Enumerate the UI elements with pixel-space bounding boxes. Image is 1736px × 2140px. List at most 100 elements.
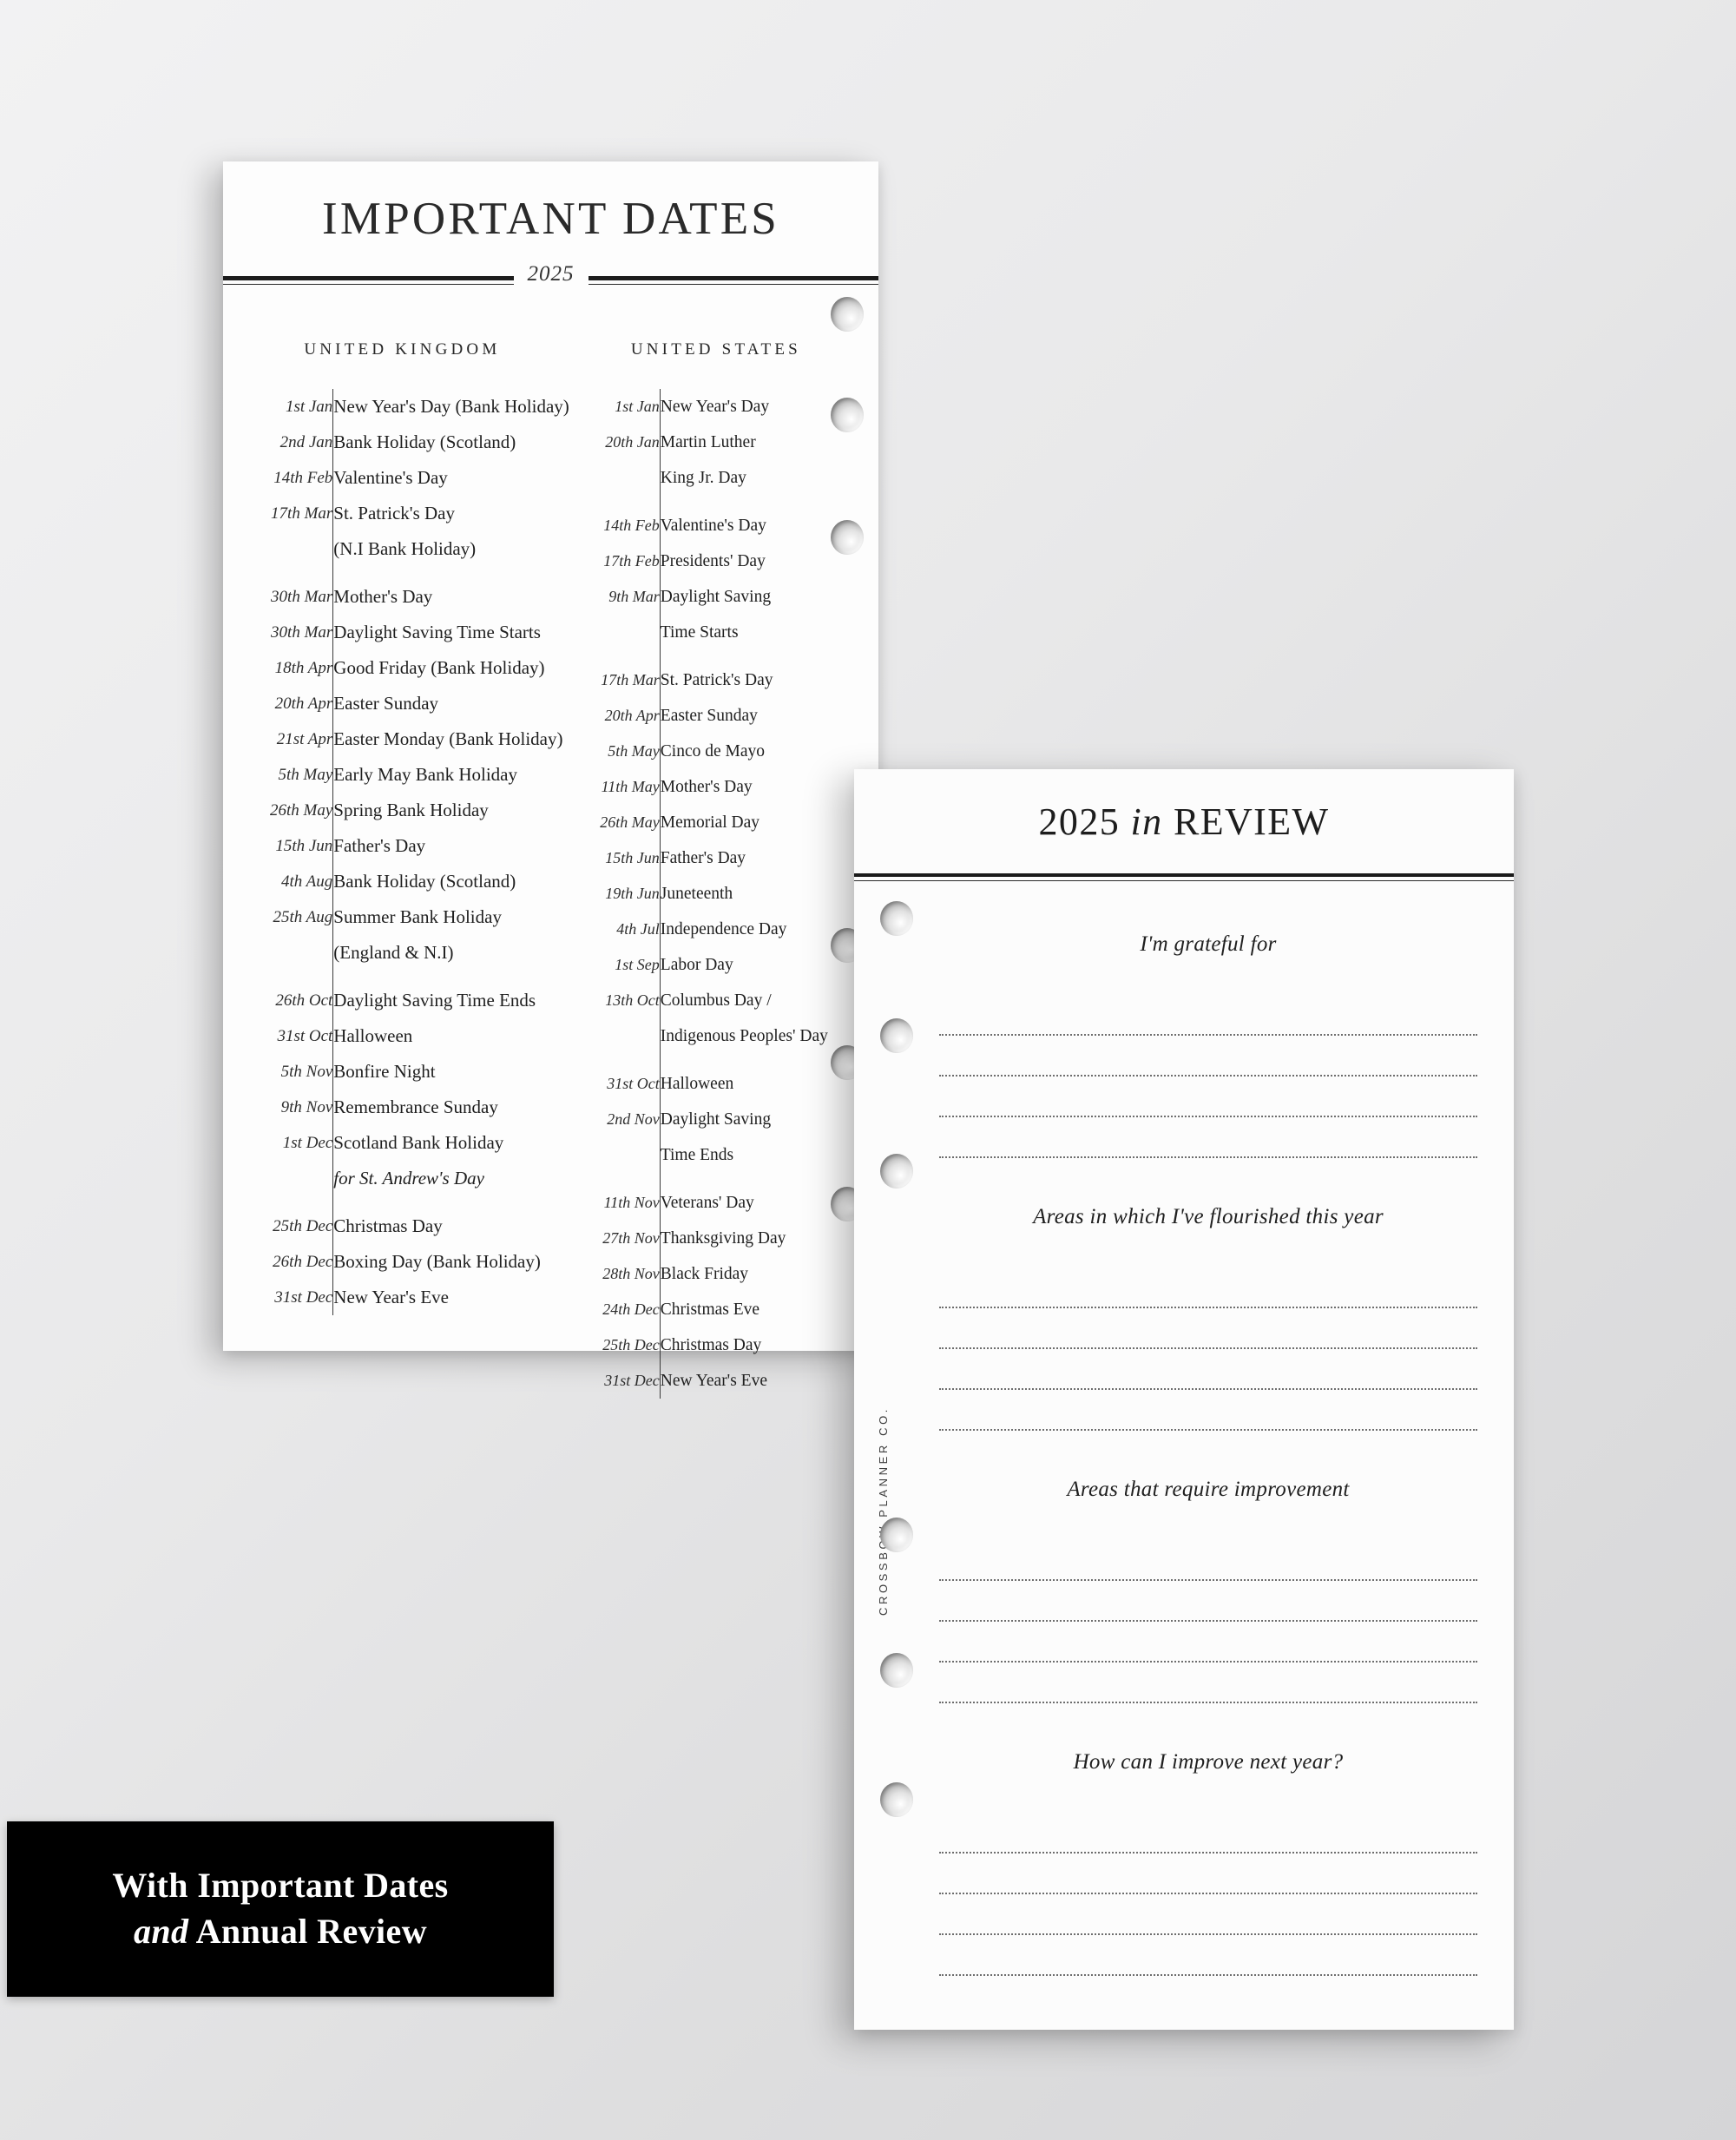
date-cell: 20th Apr: [274, 695, 333, 713]
date-cell: 24th Dec: [602, 1300, 660, 1318]
event-cell: Easter Sunday: [659, 698, 878, 734]
event-cell: Christmas Day: [659, 1327, 878, 1363]
date-cell: 9th Mar: [608, 588, 660, 605]
table-row: 15th Jun Father's Day: [270, 828, 569, 864]
writing-lines: [939, 1268, 1477, 1431]
date-cell: 5th May: [278, 766, 333, 784]
punch-hole: [831, 398, 864, 432]
date-cell: 4th Aug: [281, 872, 333, 891]
year-label: 2025: [513, 262, 589, 286]
writing-line[interactable]: [939, 1894, 1477, 1935]
date-cell: [589, 1137, 661, 1173]
page-title: IMPORTANT DATES: [322, 194, 779, 244]
date-cell: 25th Dec: [273, 1217, 333, 1235]
event-cell: Easter Monday (Bank Holiday): [332, 721, 569, 757]
date-cell: 26th May: [600, 813, 660, 831]
date-cell: 31st Dec: [274, 1288, 333, 1307]
date-cell: 21st Apr: [276, 730, 333, 748]
table-row: 21st Apr Easter Monday (Bank Holiday): [270, 721, 569, 757]
date-cell: [589, 615, 661, 650]
date-cell: 9th Nov: [280, 1098, 333, 1116]
writing-line[interactable]: [939, 1349, 1477, 1390]
review-title-year: 2025: [1038, 800, 1121, 843]
table-row: 11th May Mother's Day: [589, 769, 878, 805]
date-cell: 4th Jul: [616, 920, 660, 938]
date-cell: 20th Jan: [605, 433, 660, 451]
event-cell: Christmas Eve: [659, 1292, 878, 1327]
writing-line[interactable]: [939, 1268, 1477, 1308]
writing-line[interactable]: [939, 1935, 1477, 1976]
writing-line[interactable]: [939, 995, 1477, 1036]
event-cell: New Year's Day (Bank Holiday): [332, 389, 569, 425]
date-cell: 2nd Nov: [607, 1110, 660, 1128]
table-row: 17th Mar St. Patrick's Day: [589, 662, 878, 698]
banner-line-2-italic: and: [134, 1912, 189, 1951]
writing-line[interactable]: [939, 1540, 1477, 1581]
table-row: (England & N.I): [270, 935, 569, 971]
date-cell: [589, 460, 661, 496]
writing-line[interactable]: [939, 1813, 1477, 1854]
table-row: Indigenous Peoples' Day: [589, 1018, 878, 1054]
punch-hole: [880, 1518, 913, 1552]
table-row: 31st Oct Halloween: [270, 1018, 569, 1054]
row-spacer: [589, 496, 878, 508]
row-spacer: [270, 1196, 569, 1208]
table-row: 5th May Cinco de Mayo: [589, 734, 878, 769]
writing-line[interactable]: [939, 1663, 1477, 1703]
us-column: UNITED STATES 1st Jan New Year's Day 20th …: [569, 340, 878, 1399]
us-heading: UNITED STATES: [630, 340, 801, 359]
event-cell: Cinco de Mayo: [659, 734, 878, 769]
uk-heading: UNITED KINGDOM: [304, 340, 501, 359]
table-row: 1st Dec Scotland Bank Holiday: [270, 1125, 569, 1161]
punch-hole: [880, 1018, 913, 1053]
punch-hole: [880, 1154, 913, 1189]
writing-line[interactable]: [939, 1622, 1477, 1663]
writing-lines: [939, 1540, 1477, 1703]
table-row: King Jr. Day: [589, 460, 878, 496]
date-cell: 30th Mar: [271, 588, 333, 606]
writing-line[interactable]: [939, 1390, 1477, 1431]
table-row: 1st Jan New Year's Day (Bank Holiday): [270, 389, 569, 425]
date-cell: 17th Mar: [271, 504, 333, 523]
date-cell: 1st Jan: [285, 398, 333, 416]
review-section: Areas that require improvement: [939, 1431, 1477, 1703]
date-cell: 31st Dec: [604, 1372, 660, 1389]
event-cell: Bank Holiday (Scotland): [332, 864, 569, 899]
review-section: I'm grateful for: [939, 886, 1477, 1158]
table-row: 30th Mar Daylight Saving Time Starts: [270, 615, 569, 650]
event-cell: (England & N.I): [332, 935, 569, 971]
writing-line[interactable]: [939, 1077, 1477, 1117]
event-cell: Time Starts: [659, 615, 878, 650]
writing-line[interactable]: [939, 1581, 1477, 1622]
event-cell: Remembrance Sunday: [332, 1090, 569, 1125]
writing-line[interactable]: [939, 1117, 1477, 1158]
table-row: for St. Andrew's Day: [270, 1161, 569, 1196]
annual-review-page: 2025 in REVIEW CROSSBOW PLANNER CO. I'm …: [854, 769, 1514, 2030]
table-row: (N.I Bank Holiday): [270, 531, 569, 567]
event-cell: Christmas Day: [332, 1208, 569, 1244]
review-title-in: in: [1130, 800, 1163, 843]
section-prompt: How can I improve next year?: [1073, 1750, 1344, 1774]
date-cell: [270, 1161, 333, 1196]
event-cell: New Year's Eve: [332, 1280, 569, 1315]
event-cell: Bank Holiday (Scotland): [332, 425, 569, 460]
table-row: 26th May Memorial Day: [589, 805, 878, 840]
writing-line[interactable]: [939, 1036, 1477, 1077]
punch-hole: [880, 1782, 913, 1817]
date-cell: 14th Feb: [273, 469, 333, 487]
punch-hole: [831, 297, 864, 332]
event-cell: Time Ends: [659, 1137, 878, 1173]
date-cell: 5th Nov: [280, 1063, 333, 1081]
writing-line[interactable]: [939, 1854, 1477, 1894]
writing-line[interactable]: [939, 1308, 1477, 1349]
event-cell: Daylight Saving Time Starts: [332, 615, 569, 650]
table-row: 26th Oct Daylight Saving Time Ends: [270, 983, 569, 1018]
date-cell: 28th Nov: [602, 1265, 660, 1282]
table-row: 19th Jun Juneteenth: [589, 876, 878, 912]
divider-thin-line: [854, 880, 1514, 882]
table-row: 31st Dec New Year's Eve: [589, 1363, 878, 1399]
date-cell: 25th Aug: [273, 908, 333, 926]
event-cell: Scotland Bank Holiday: [332, 1125, 569, 1161]
banner-line-2-rest: Annual Review: [188, 1912, 427, 1951]
date-cell: 26th May: [270, 801, 333, 820]
